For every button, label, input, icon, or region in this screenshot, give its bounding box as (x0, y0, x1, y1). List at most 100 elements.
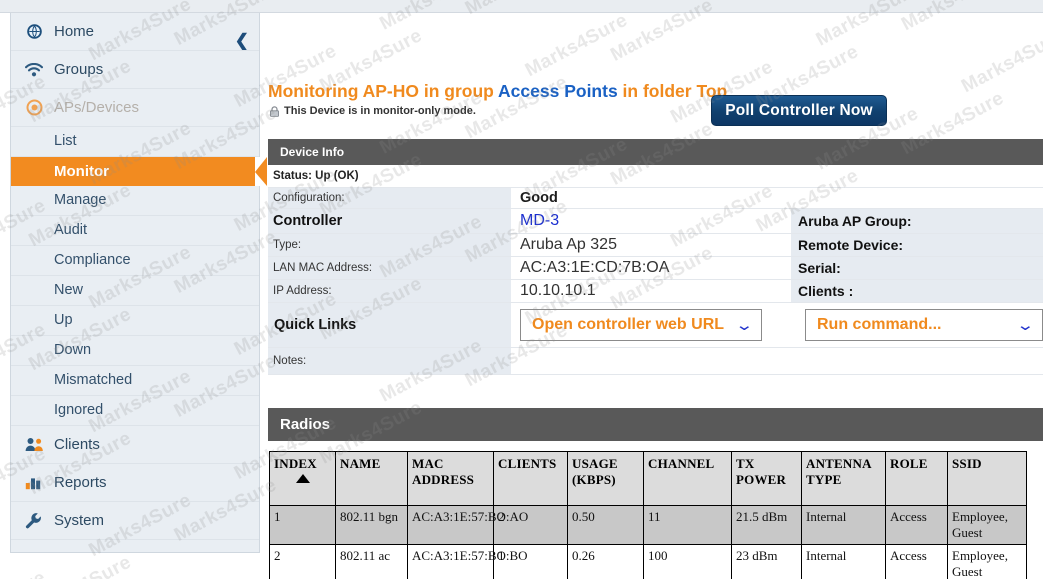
device-info-row: IP Address: 10.10.10.1 Clients : (268, 279, 1043, 303)
device-info-value: Good (511, 187, 791, 209)
sidebar-item-reports[interactable]: Reports (11, 464, 259, 502)
wifi-icon (23, 60, 45, 80)
quick-links-dropdown-cell: Open controller web URL ⌄ (511, 302, 791, 348)
device-info-panel: Device Info Status: Up (OK) Configuration… (268, 139, 1043, 375)
radios-cell-index: 1 (269, 504, 336, 545)
radios-cell-tx-power: 23 dBm (731, 544, 802, 579)
sidebar-item-label: System (54, 512, 105, 529)
radios-cell-channel: 100 (643, 544, 732, 579)
page-title-group-link[interactable]: Access Points (498, 81, 618, 101)
run-command-dropdown[interactable]: Run command... ⌄ (805, 309, 1043, 341)
radios-col-label: MAC ADDRESS (412, 456, 475, 488)
sidebar-item-label: Up (54, 312, 73, 329)
device-info-value: AC:A3:1E:CD:7B:OA (511, 256, 791, 280)
sidebar: ❮ Home Groups APs/Devices List Monitor Manage… (10, 13, 267, 553)
sidebar-item-list[interactable]: List (11, 127, 259, 157)
radios-cell-channel: 11 (643, 504, 732, 545)
sidebar-item-label: Mismatched (54, 372, 133, 389)
sidebar-item-label: Groups (54, 61, 104, 78)
radios-col-clients[interactable]: CLIENTS (493, 451, 568, 506)
sidebar-item-manage[interactable]: Manage (11, 186, 259, 216)
quick-links-dropdown-text: Open controller web URL (532, 316, 725, 333)
device-info-label: LAN MAC Address: (268, 256, 511, 280)
radios-table: INDEX NAME MAC ADDRESS CLIENTS USAGE (KBPS) C… (269, 451, 1027, 579)
radios-col-label: SSID (952, 456, 982, 471)
radios-cell-name[interactable]: 802.11 bgn (335, 504, 408, 545)
sidebar-item-mismatched[interactable]: Mismatched (11, 366, 259, 396)
run-command-dropdown-cell: Run command... ⌄ (791, 302, 1043, 348)
radios-col-name[interactable]: NAME (335, 451, 408, 506)
device-info-label: Configuration: (268, 187, 511, 209)
device-status-row: Status: Up (OK) (268, 165, 1043, 188)
radios-col-ssid[interactable]: SSID (947, 451, 1027, 506)
sidebar-item-compliance[interactable]: Compliance (11, 246, 259, 276)
sidebar-item-label: Ignored (54, 402, 104, 419)
sidebar-item-label: New (54, 282, 84, 299)
device-info-row: LAN MAC Address: AC:A3:1E:CD:7B:OA Serial: (268, 256, 1043, 280)
sidebar-item-label: List (54, 133, 77, 150)
radios-col-label: USAGE (KBPS) (572, 456, 618, 488)
radios-col-tx-power[interactable]: TX POWER (731, 451, 802, 506)
radios-col-usage-kbps-[interactable]: USAGE (KBPS) (567, 451, 644, 506)
sidebar-item-down[interactable]: Down (11, 336, 259, 366)
radios-cell-usage: 0.50 (567, 504, 644, 545)
device-info-label: Type: (268, 233, 511, 257)
users-icon (23, 435, 45, 455)
sidebar-item-system[interactable]: System (11, 502, 259, 540)
radios-cell-usage: 0.26 (567, 544, 644, 579)
quick-links-label: Quick Links (268, 302, 511, 348)
radios-header: Radios (268, 408, 1043, 441)
radios-col-label: INDEX (274, 456, 317, 471)
radios-cell-mac: AC:A3:1E:57:BO:AO (407, 504, 528, 545)
padlock-icon (269, 105, 280, 117)
radios-header-row: INDEX NAME MAC ADDRESS CLIENTS USAGE (KBPS) C… (269, 451, 1027, 506)
notes-row: Notes: (268, 347, 1043, 375)
poll-controller-now-button[interactable]: Poll Controller Now (711, 95, 887, 126)
monitor-only-note: This Device is in monitor-only mode. (269, 105, 476, 117)
quick-links-dropdown[interactable]: Open controller web URL ⌄ (520, 309, 762, 341)
sidebar-item-clients[interactable]: Clients (11, 426, 259, 464)
device-info-row: Type: Aruba Ap 325 Remote Device: (268, 233, 1043, 257)
radios-col-index[interactable]: INDEX (269, 451, 336, 506)
radios-cell-name[interactable]: 802.11 ac (335, 544, 408, 579)
sidebar-item-aps-devices[interactable]: APs/Devices (11, 89, 259, 127)
sidebar-item-up[interactable]: Up (11, 306, 259, 336)
sidebar-item-new[interactable]: New (11, 276, 259, 306)
sidebar-item-groups[interactable]: Groups (11, 51, 259, 89)
radios-col-label: ANTENNA TYPE (806, 456, 871, 488)
device-info-label: IP Address: (268, 279, 511, 303)
radios-col-role[interactable]: ROLE (885, 451, 948, 506)
chevron-down-icon: ⌄ (1016, 317, 1036, 334)
main-content: Monitoring AP-HO in group Access Points … (268, 13, 1043, 579)
radios-col-label: TX POWER (736, 456, 787, 488)
sidebar-item-label: Reports (54, 474, 107, 491)
chevron-down-icon: ⌄ (735, 317, 755, 334)
radios-cell-mac: AC:A3:1E:57:BO:BO (407, 544, 528, 579)
sidebar-item-label: Clients (54, 436, 100, 453)
radios-cell-antenna: Internal (801, 544, 886, 579)
sidebar-item-audit[interactable]: Audit (11, 216, 259, 246)
radios-col-mac-address[interactable]: MAC ADDRESS (407, 451, 494, 506)
device-info-row: Controller MD-3 Aruba AP Group: (268, 208, 1043, 234)
device-info-value: Aruba Ap 325 (511, 233, 791, 257)
sidebar-item-label: Audit (54, 222, 88, 239)
bar-chart-icon (23, 473, 45, 493)
sidebar-item-label: Manage (54, 192, 107, 209)
device-info-right-label: Aruba AP Group: (791, 208, 1043, 234)
target-eye-icon (23, 98, 45, 118)
notes-value (511, 347, 1043, 375)
radios-col-antenna-type[interactable]: ANTENNA TYPE (801, 451, 886, 506)
device-info-label: Controller (268, 208, 511, 234)
table-row: 2 802.11 ac AC:A3:1E:57:BO:BO 1 0.26 100 23 dB… (269, 544, 1027, 579)
device-info-value[interactable]: MD-3 (511, 208, 791, 234)
device-info-right-label: Clients : (791, 279, 1043, 303)
sidebar-item-ignored[interactable]: Ignored (11, 396, 259, 426)
radios-col-label: CHANNEL (648, 456, 715, 471)
sidebar-item-home[interactable]: Home (11, 13, 259, 51)
radios-panel: Radios INDEX NAME MAC ADDRESS CLIENTS USAGE … (268, 408, 1043, 579)
page-title-prefix: Monitoring AP-HO in group (268, 81, 499, 101)
sidebar-item-monitor[interactable]: Monitor (11, 157, 267, 186)
radios-col-channel[interactable]: CHANNEL (643, 451, 732, 506)
home-globe-icon (23, 22, 45, 42)
radios-cell-tx-power: 21.5 dBm (731, 504, 802, 545)
